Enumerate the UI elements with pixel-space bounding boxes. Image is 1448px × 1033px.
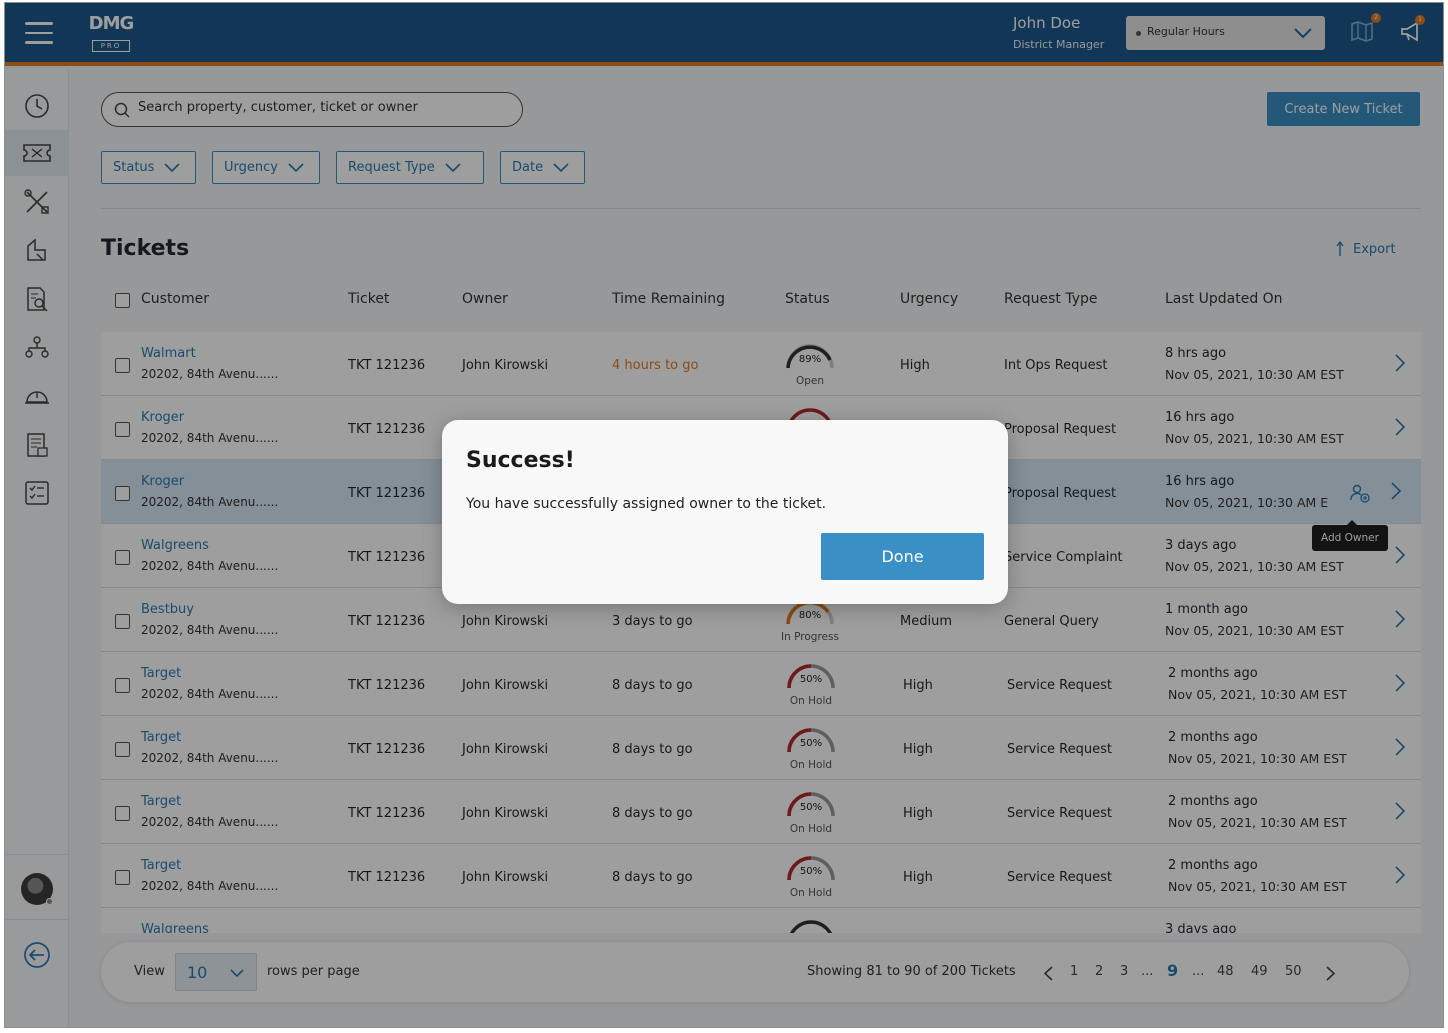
success-dialog: Success! You have successfully assigned …	[442, 420, 1008, 604]
dialog-message: You have successfully assigned owner to …	[466, 496, 827, 512]
app-window: DMG PRO John Doe District Manager Regula…	[4, 2, 1444, 1028]
done-button[interactable]: Done	[821, 533, 984, 580]
dialog-title: Success!	[466, 448, 575, 473]
